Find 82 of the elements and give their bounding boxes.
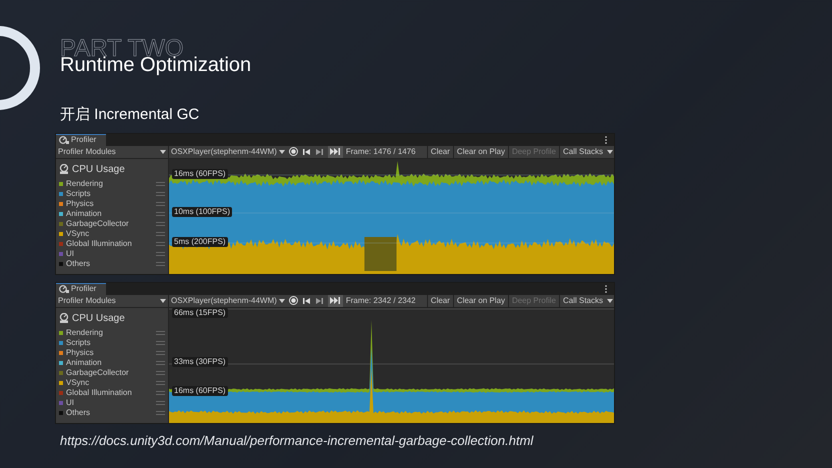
module-title[interactable]: CPU Usage bbox=[72, 162, 125, 176]
legend-label[interactable]: Rendering bbox=[66, 178, 153, 190]
record-icon[interactable] bbox=[288, 147, 298, 156]
profiler-modules-dropdown[interactable]: Profiler Modules bbox=[56, 146, 169, 158]
toolbar-button[interactable]: Clear on Play bbox=[452, 146, 508, 158]
caret-icon bbox=[160, 298, 166, 302]
legend-label[interactable]: Others bbox=[66, 406, 153, 418]
drag-handle-icon[interactable] bbox=[156, 380, 165, 384]
skip-to-end-icon bbox=[330, 148, 341, 155]
player-dropdown[interactable]: OSXPlayer(stephenm-44WM) bbox=[169, 294, 287, 306]
drag-handle-icon[interactable] bbox=[156, 340, 165, 344]
profiler-modules-dropdown[interactable]: Profiler Modules bbox=[56, 294, 169, 306]
graph-threshold-label: 5ms (200FPS) bbox=[172, 236, 228, 246]
legend-label[interactable]: GarbageCollector bbox=[66, 366, 153, 378]
drag-handle-icon[interactable] bbox=[156, 202, 165, 206]
record-icon[interactable] bbox=[288, 296, 298, 305]
legend-label[interactable]: VSync bbox=[66, 376, 153, 388]
drag-handle-icon[interactable] bbox=[156, 222, 165, 226]
legend-label[interactable]: Scripts bbox=[66, 336, 153, 348]
caret-icon bbox=[278, 150, 285, 154]
caret-icon bbox=[607, 298, 613, 302]
legend-label[interactable]: Global Illumination bbox=[66, 238, 153, 250]
docs-link[interactable]: https://docs.unity3d.com/Manual/performance-incremental-garbage-collection.html bbox=[60, 430, 832, 450]
legend-label[interactable]: UI bbox=[66, 248, 153, 260]
graph-threshold-label: 10ms (100FPS) bbox=[172, 206, 232, 216]
frame-counter: Frame: 2342 / 2342 bbox=[344, 294, 417, 306]
step-forward-icon[interactable] bbox=[314, 296, 324, 304]
profiler-tab[interactable]: Profiler bbox=[56, 282, 106, 294]
graph-threshold-label: 16ms (60FPS) bbox=[172, 168, 228, 178]
legend-label[interactable]: Physics bbox=[66, 198, 153, 210]
toolbar-button[interactable]: Call Stacks bbox=[558, 294, 606, 306]
drag-handle-icon[interactable] bbox=[156, 242, 165, 246]
drag-handle-icon[interactable] bbox=[156, 400, 165, 404]
caret-icon bbox=[278, 298, 285, 302]
caret-icon bbox=[607, 150, 613, 154]
toolbar-button[interactable]: Clear bbox=[426, 146, 453, 158]
gauge-icon bbox=[59, 136, 69, 144]
gauge-icon bbox=[59, 285, 69, 293]
legend-label[interactable]: Physics bbox=[66, 346, 153, 358]
legend-label[interactable]: VSync bbox=[66, 228, 153, 240]
drag-handle-icon[interactable] bbox=[156, 212, 165, 216]
cpu-icon bbox=[59, 164, 69, 174]
legend-label[interactable]: Scripts bbox=[66, 188, 153, 200]
skip-to-end-button[interactable] bbox=[328, 294, 343, 306]
drag-handle-icon[interactable] bbox=[156, 182, 165, 186]
skip-back-icon[interactable] bbox=[302, 296, 311, 304]
drag-handle-icon[interactable] bbox=[156, 330, 165, 334]
profiler-tab[interactable]: Profiler bbox=[56, 134, 106, 146]
drag-handle-icon[interactable] bbox=[156, 252, 165, 256]
frame-counter: Frame: 1476 / 1476 bbox=[344, 146, 417, 158]
drag-handle-icon[interactable] bbox=[156, 350, 165, 354]
drag-handle-icon[interactable] bbox=[156, 370, 165, 374]
drag-handle-icon[interactable] bbox=[156, 262, 165, 266]
legend-label[interactable]: UI bbox=[66, 396, 153, 408]
more-options-icon[interactable] bbox=[604, 284, 608, 292]
legend-label[interactable]: GarbageCollector bbox=[66, 218, 153, 230]
skip-back-icon[interactable] bbox=[302, 148, 311, 156]
legend-label[interactable]: Animation bbox=[66, 208, 153, 220]
drag-handle-icon[interactable] bbox=[156, 390, 165, 394]
drag-handle-icon[interactable] bbox=[156, 410, 165, 414]
caret-icon bbox=[160, 150, 166, 154]
legend-label[interactable]: Global Illumination bbox=[66, 386, 153, 398]
drag-handle-icon[interactable] bbox=[156, 360, 165, 364]
skip-to-end-button[interactable] bbox=[328, 146, 343, 158]
cpu-icon bbox=[59, 313, 69, 323]
legend-label[interactable]: Animation bbox=[66, 356, 153, 368]
slide-subtitle: 开启 Incremental GC bbox=[60, 105, 200, 125]
toolbar-button[interactable]: Clear on Play bbox=[452, 294, 508, 306]
drag-handle-icon[interactable] bbox=[156, 232, 165, 236]
player-dropdown[interactable]: OSXPlayer(stephenm-44WM) bbox=[169, 146, 287, 158]
legend-label[interactable]: Rendering bbox=[66, 326, 153, 338]
graph-threshold-label: 66ms (15FPS) bbox=[172, 308, 228, 318]
drag-handle-icon[interactable] bbox=[156, 192, 165, 196]
more-options-icon[interactable] bbox=[604, 136, 608, 144]
graph-threshold-label: 16ms (60FPS) bbox=[172, 386, 228, 396]
module-title[interactable]: CPU Usage bbox=[72, 310, 125, 326]
graph-threshold-label: 33ms (30FPS) bbox=[172, 356, 228, 366]
step-forward-icon[interactable] bbox=[314, 148, 324, 156]
skip-to-end-icon bbox=[330, 297, 341, 304]
toolbar-button[interactable]: Call Stacks bbox=[558, 146, 606, 158]
legend-label[interactable]: Others bbox=[66, 258, 153, 270]
toolbar-button[interactable]: Clear bbox=[426, 294, 453, 306]
